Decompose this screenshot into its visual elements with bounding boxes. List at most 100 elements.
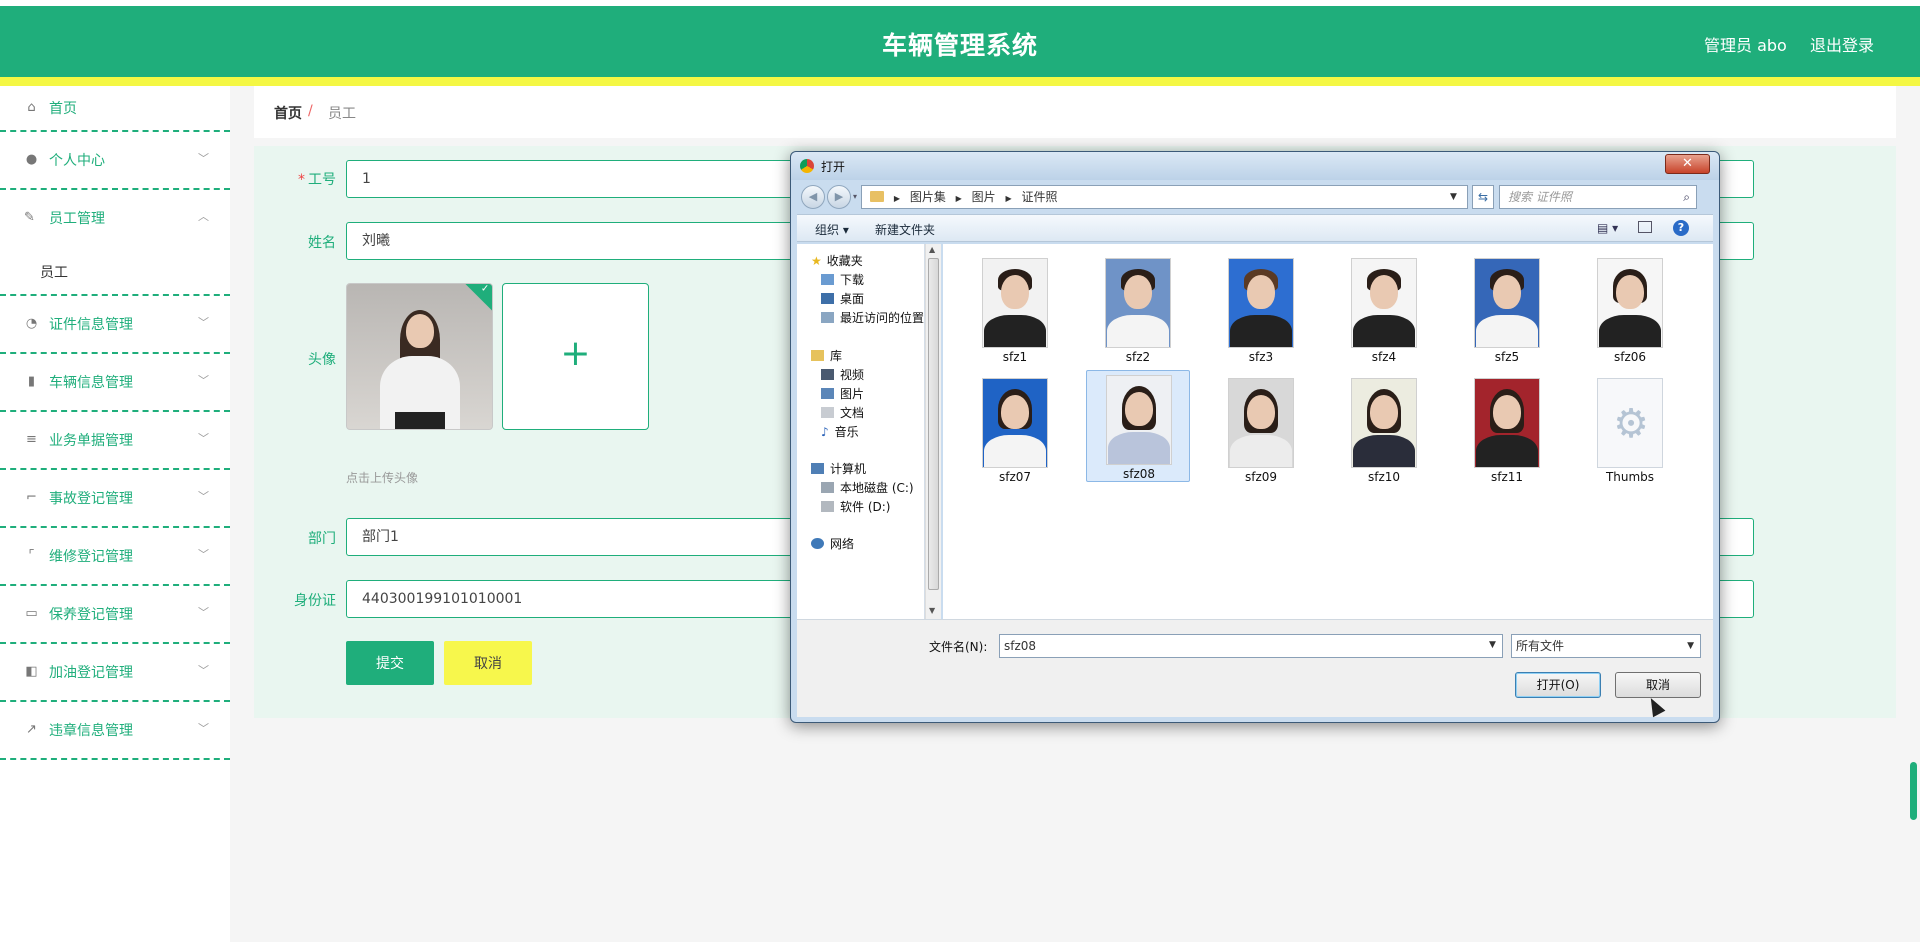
open-button[interactable]: 打开(O): [1515, 672, 1601, 698]
sidebar-item-maintenance[interactable]: ▭ 保养登记管理 ﹀: [0, 586, 230, 644]
file-item[interactable]: sfz4: [1332, 254, 1436, 366]
downloads-icon: [821, 274, 834, 285]
file-item[interactable]: sfz09: [1209, 374, 1313, 486]
file-thumbnail: [1105, 258, 1171, 348]
address-row: ◀ ▶ ▾ ▶ 图片集 ▶ 图片 ▶ 证件照 ▼ ⇆ 搜索 证件照 ⌕: [797, 182, 1713, 212]
sidebar-item-label: 业务单据管理: [49, 433, 133, 449]
file-name: sfz3: [1248, 350, 1274, 364]
sidebar-item-vehicle[interactable]: ▮ 车辆信息管理 ﹀: [0, 354, 230, 412]
organize-button[interactable]: 组织 ▾: [815, 221, 849, 238]
sidebar-item-repair[interactable]: ⌜ 维修登记管理 ﹀: [0, 528, 230, 586]
nav-computer[interactable]: 计算机: [811, 460, 866, 477]
nav-favorites[interactable]: ★ 收藏夹: [811, 252, 863, 269]
breadcrumb-home[interactable]: 首页: [274, 103, 302, 123]
file-thumbnail: [982, 378, 1048, 468]
nav-network[interactable]: 网络: [811, 535, 854, 552]
cancel-button[interactable]: 取消: [444, 641, 532, 685]
file-name: sfz09: [1244, 470, 1278, 484]
filename-input[interactable]: sfz08: [999, 634, 1503, 658]
sidebar-item-business-docs[interactable]: ≡ 业务单据管理 ﹀: [0, 412, 230, 470]
nav-documents[interactable]: 文档: [821, 404, 864, 421]
file-name: sfz1: [1002, 350, 1028, 364]
upload-hint: 点击上传头像: [346, 471, 419, 485]
address-dropdown[interactable]: ▼: [1450, 192, 1457, 202]
file-item[interactable]: sfz10: [1332, 374, 1436, 486]
avatar-preview[interactable]: ✓: [346, 283, 493, 430]
file-list: sfz1 sfz2 sfz3 sfz4 sfz5 sfz06 sfz07 sfz…: [943, 244, 1713, 619]
address-bar[interactable]: ▶ 图片集 ▶ 图片 ▶ 证件照: [861, 185, 1468, 209]
nav-desktop[interactable]: 桌面: [821, 290, 864, 307]
navigation-scrollbar[interactable]: ▲ ▼: [925, 244, 941, 619]
preview-pane-icon[interactable]: [1638, 221, 1652, 233]
filename-label: 文件名(N):: [929, 640, 988, 654]
refresh-button[interactable]: ⇆: [1472, 185, 1494, 209]
dialog-cancel-button[interactable]: 取消: [1615, 672, 1701, 698]
file-item[interactable]: ⚙ Thumbs: [1578, 374, 1682, 486]
sidebar-subitem-label: 员工: [40, 265, 68, 281]
path-segment[interactable]: 图片集: [910, 190, 946, 204]
nav-videos[interactable]: 视频: [821, 366, 864, 383]
sidebar-item-accident[interactable]: ⌐ 事故登记管理 ﹀: [0, 470, 230, 528]
nav-libraries[interactable]: 库: [811, 347, 842, 364]
pictures-icon: [821, 388, 834, 399]
id-card-label: 身份证: [294, 593, 336, 609]
dialog-titlebar[interactable]: 打开 ✕: [791, 152, 1719, 180]
fuel-icon: ◧: [25, 664, 38, 679]
nav-drive-d[interactable]: 软件 (D:): [821, 498, 890, 515]
file-item-selected[interactable]: sfz08: [1086, 370, 1190, 482]
path-segment[interactable]: 证件照: [1021, 190, 1057, 204]
menu-icon: ≡: [26, 432, 37, 447]
forward-button[interactable]: ▶: [827, 185, 851, 209]
file-item[interactable]: sfz5: [1455, 254, 1559, 366]
submit-button[interactable]: 提交: [346, 641, 434, 685]
sidebar-item-label: 维修登记管理: [49, 549, 133, 565]
sidebar-item-label: 个人中心: [49, 153, 105, 169]
new-folder-button[interactable]: 新建文件夹: [875, 221, 935, 238]
sidebar-item-violation[interactable]: ↗ 违章信息管理 ﹀: [0, 702, 230, 760]
nav-downloads[interactable]: 下载: [821, 271, 864, 288]
upload-avatar-button[interactable]: +: [502, 283, 649, 430]
file-item[interactable]: sfz2: [1086, 254, 1190, 366]
filename-dropdown[interactable]: ▼: [1489, 640, 1496, 650]
scroll-thumb[interactable]: [928, 258, 939, 590]
sidebar-item-home[interactable]: ⌂ 首页: [0, 86, 230, 132]
nav-drive-c[interactable]: 本地磁盘 (C:): [821, 479, 914, 496]
logout-button[interactable]: 退出登录: [1810, 32, 1874, 56]
file-type-select[interactable]: 所有文件 ▼: [1511, 634, 1701, 658]
sidebar-item-refuel[interactable]: ◧ 加油登记管理 ﹀: [0, 644, 230, 702]
file-item[interactable]: sfz11: [1455, 374, 1559, 486]
scroll-up-icon[interactable]: ▲: [929, 245, 935, 254]
file-thumbnail: [1351, 258, 1417, 348]
scroll-down-icon[interactable]: ▼: [929, 606, 935, 615]
employee-id-label: * 工号: [298, 172, 336, 188]
nav-recent[interactable]: 最近访问的位置: [821, 309, 924, 326]
sidebar: ⌂ 首页 ● 个人中心 ﹀ ✎ 员工管理 ︿ 员工 ◔ 证件信息管理 ﹀ ▮ 车…: [0, 86, 230, 942]
computer-icon: [811, 463, 824, 474]
sidebar-item-label: 员工管理: [49, 211, 105, 227]
path-segment[interactable]: 图片: [972, 190, 996, 204]
nav-music[interactable]: ♪ 音乐: [821, 423, 859, 440]
pen-icon: ✎: [24, 210, 35, 225]
page-scrollbar[interactable]: [1910, 762, 1917, 820]
nav-pictures[interactable]: 图片: [821, 385, 864, 402]
sidebar-item-employee-management[interactable]: ✎ 员工管理 ︿: [0, 190, 230, 248]
sidebar-item-personal-center[interactable]: ● 个人中心 ﹀: [0, 132, 230, 190]
search-input[interactable]: 搜索 证件照 ⌕: [1499, 185, 1697, 209]
dialog-close-button[interactable]: ✕: [1665, 154, 1710, 174]
help-icon[interactable]: ?: [1673, 220, 1689, 236]
file-item[interactable]: sfz3: [1209, 254, 1313, 366]
top-edge: [0, 0, 1920, 6]
view-options-icon[interactable]: ▤ ▾: [1597, 221, 1618, 235]
chevron-right-icon: ▶: [955, 194, 962, 203]
file-item[interactable]: sfz07: [963, 374, 1067, 486]
file-item[interactable]: sfz06: [1578, 254, 1682, 366]
sidebar-item-label: 加油登记管理: [49, 665, 133, 681]
sidebar-subitem-employee[interactable]: 员工: [0, 248, 230, 296]
chart-icon: ▮: [27, 374, 36, 389]
file-item[interactable]: sfz1: [963, 254, 1067, 366]
sidebar-item-certificate[interactable]: ◔ 证件信息管理 ﹀: [0, 296, 230, 354]
recent-locations-dropdown[interactable]: ▾: [853, 192, 857, 201]
required-mark: *: [298, 172, 305, 188]
app-title: 车辆管理系统: [881, 31, 1038, 60]
back-button[interactable]: ◀: [801, 185, 825, 209]
